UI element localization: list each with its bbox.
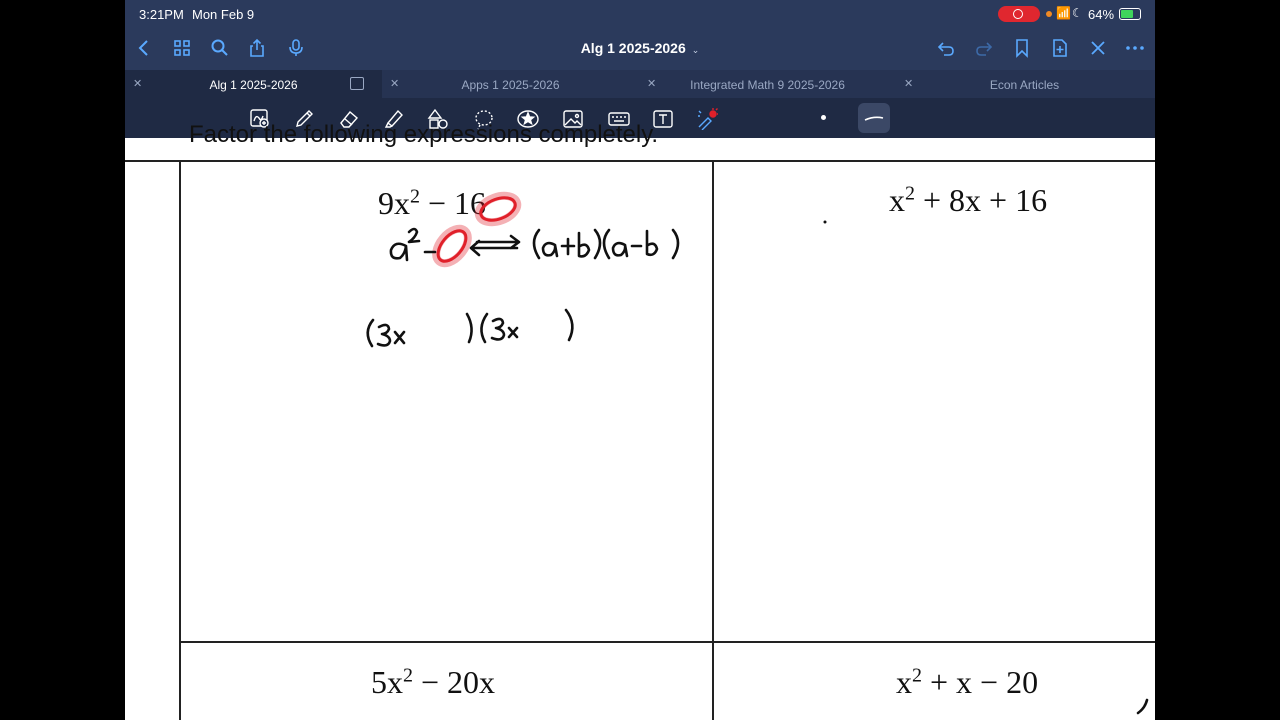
wifi-icon: 📶 xyxy=(1056,6,1071,20)
handwriting-layer xyxy=(366,191,1149,715)
redo-icon[interactable] xyxy=(974,38,994,58)
tab-econ-articles[interactable]: ✕ Econ Articles xyxy=(896,70,1153,98)
document-title-text: Alg 1 2025-2026 xyxy=(580,40,686,56)
stroke-style-icon[interactable] xyxy=(858,103,890,133)
laser-highlight-top xyxy=(474,191,522,227)
tab-label: Alg 1 2025-2026 xyxy=(209,78,298,92)
handwritten-setup xyxy=(366,308,574,348)
status-date: Mon Feb 9 xyxy=(192,7,255,22)
laser-highlight-bottom xyxy=(432,224,472,268)
stroke-size-small-icon[interactable] xyxy=(821,115,826,120)
add-page-icon[interactable] xyxy=(1050,38,1070,58)
undo-icon[interactable] xyxy=(936,38,956,58)
split-view-icon[interactable] xyxy=(350,77,364,90)
tab-alg-1[interactable]: ✕ Alg 1 2025-2026 xyxy=(125,70,382,98)
worksheet-page[interactable]: Factor the following expressions complet… xyxy=(125,121,1155,720)
laser-pointer-icon[interactable] xyxy=(696,108,719,131)
status-bar: 3:21PM Mon Feb 9 📶 ☾ 64% xyxy=(125,0,1155,28)
battery-percent: 64% xyxy=(1088,7,1115,22)
tab-label: Econ Articles xyxy=(989,78,1060,92)
tab-label: Integrated Math 9 2025-2026 xyxy=(690,78,845,92)
chevron-down-icon: ⌄ xyxy=(691,45,700,55)
nav-bar: Alg 1 2025-2026 ⌄ xyxy=(125,30,1155,66)
battery-icon xyxy=(1119,8,1141,20)
bookmark-icon[interactable] xyxy=(1012,38,1032,58)
stray-ink-dot xyxy=(823,220,827,224)
tab-label: Apps 1 2025-2026 xyxy=(461,78,560,92)
document-title[interactable]: Alg 1 2025-2026 ⌄ xyxy=(125,40,1155,56)
more-icon[interactable] xyxy=(1125,38,1145,58)
close-icon[interactable] xyxy=(1088,38,1108,58)
screen-record-icon[interactable] xyxy=(998,6,1040,22)
status-time: 3:21PM xyxy=(139,7,184,22)
tab-apps-1[interactable]: ✕ Apps 1 2025-2026 xyxy=(382,70,639,98)
document-tabs: ✕ Alg 1 2025-2026 ✕ Apps 1 2025-2026 ✕ I… xyxy=(125,70,1155,98)
focus-moon-icon: ☾ xyxy=(1072,6,1083,20)
tab-integrated-math-9[interactable]: ✕ Integrated Math 9 2025-2026 xyxy=(639,70,896,98)
top-bar: 3:21PM Mon Feb 9 📶 ☾ 64% Alg 1 2025-2026… xyxy=(125,0,1155,138)
notes-app: 3:21PM Mon Feb 9 📶 ☾ 64% Alg 1 2025-2026… xyxy=(125,0,1155,720)
mic-indicator-icon xyxy=(1046,11,1052,17)
stray-ink-mark xyxy=(1136,698,1149,715)
